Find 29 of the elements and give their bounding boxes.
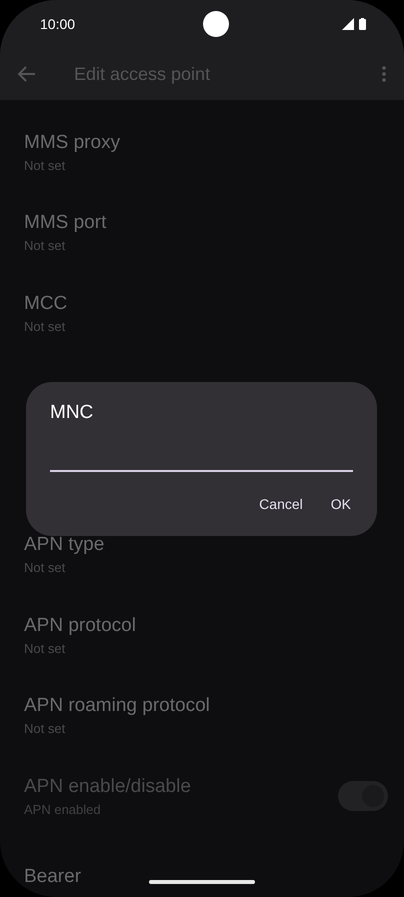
setting-summary: Not set bbox=[24, 560, 66, 576]
dialog-title: MNC bbox=[50, 402, 94, 424]
dialog-button[interactable]: Cancel bbox=[247, 488, 315, 520]
setting-title: APN enable/disable bbox=[24, 776, 191, 798]
setting-summary: Not set bbox=[24, 158, 66, 173]
setting-title: APN roaming protocol bbox=[24, 695, 210, 718]
setting-summary: Not set bbox=[24, 640, 66, 656]
dialog-button[interactable]: OK bbox=[318, 488, 363, 520]
clock: 10:00 bbox=[40, 16, 76, 32]
setting-title: MMS proxy bbox=[24, 132, 120, 154]
battery-icon bbox=[358, 18, 366, 30]
setting-item[interactable]: APN roaming protocol Not set bbox=[0, 676, 404, 756]
setting-item[interactable]: MMS port Not set bbox=[0, 192, 404, 273]
setting-item[interactable]: MMS proxy Not set bbox=[0, 112, 404, 192]
setting-title: MCC bbox=[24, 292, 68, 315]
setting-title: APN type bbox=[24, 534, 104, 556]
setting-summary: Not set bbox=[24, 318, 66, 334]
setting-summary: Not set bbox=[24, 238, 66, 254]
setting-title: MMS port bbox=[24, 212, 106, 234]
setting-title: APN protocol bbox=[24, 614, 136, 637]
setting-item[interactable]: Bearer bbox=[0, 836, 404, 897]
more-options-icon[interactable] bbox=[382, 66, 386, 82]
setting-item[interactable]: APN protocol Not set bbox=[0, 595, 404, 676]
setting-title: Bearer bbox=[24, 866, 82, 888]
setting-summary: Not set bbox=[24, 721, 66, 736]
camera-cutout bbox=[202, 11, 229, 37]
back-arrow-icon[interactable] bbox=[18, 66, 36, 82]
signal-icon bbox=[342, 18, 354, 30]
setting-item[interactable]: MCC Not set bbox=[0, 273, 404, 354]
